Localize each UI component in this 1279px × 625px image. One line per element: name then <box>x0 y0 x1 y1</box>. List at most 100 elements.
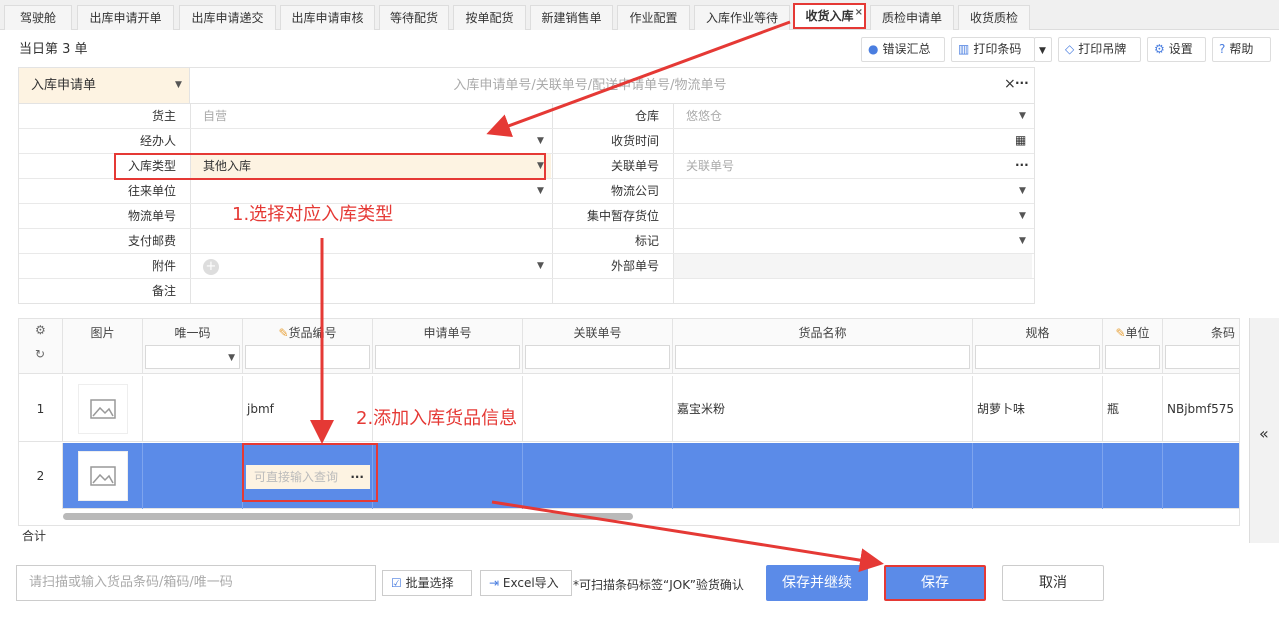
settings-label: 设置 <box>1168 42 1193 56</box>
excel-import-label: Excel导入 <box>502 576 559 590</box>
gear-icon[interactable]: ⚙ <box>35 323 46 337</box>
right-panel-toggle[interactable]: « <box>1249 318 1279 543</box>
table-row[interactable]: 2 可直接输入查询 ··· <box>19 443 1239 509</box>
temp-location-select[interactable] <box>674 204 1032 228</box>
batch-select-button[interactable]: ☑ 批量选择 <box>382 570 472 596</box>
more-icon[interactable]: ··· <box>1015 76 1029 90</box>
form-row: 货主 自营 仓库 悠悠仓 ▼ <box>19 104 1034 129</box>
batch-select-label: 批量选择 <box>405 576 454 590</box>
print-tag-button[interactable]: ◇ 打印吊牌 <box>1058 37 1141 62</box>
total-label: 合计 <box>22 529 47 543</box>
handler-select[interactable] <box>191 129 551 153</box>
col-related-no: 关联单号 <box>523 319 673 374</box>
related-no-filter[interactable] <box>525 345 670 369</box>
spec-cell <box>973 443 1103 509</box>
table-row[interactable]: 1 jbmf 嘉宝米粉 胡萝卜味 瓶 NBjbmf575 <box>19 376 1239 442</box>
chevron-down-icon: ▼ <box>1019 111 1026 121</box>
chevron-down-icon: ▼ <box>537 136 544 146</box>
tab-inbound-wait[interactable]: 入库作业等待 <box>694 5 790 30</box>
col-goods-name: 货品名称 <box>673 319 973 374</box>
edit-icon: ✎ <box>1115 326 1126 340</box>
col-unique-code: 唯一码 ▼ <box>143 319 243 374</box>
warehouse-field[interactable]: 悠悠仓 <box>674 104 1032 128</box>
postage-input[interactable] <box>191 229 551 253</box>
tab-receive-qc[interactable]: 收货质检 <box>958 5 1030 30</box>
tab-outbound-review[interactable]: 出库申请审核 <box>280 5 375 30</box>
form-row: 经办人 ▼ 收货时间 ▦ <box>19 129 1034 154</box>
attachment-label: 附件 <box>151 259 176 273</box>
chevron-down-icon: ▼ <box>537 261 544 271</box>
doc-search-input[interactable]: 入库申请单号/关联单号/配送申请单号/物流单号 <box>190 68 990 103</box>
chevron-down-icon: ▼ <box>1019 211 1026 221</box>
spec-cell: 胡萝卜味 <box>973 376 1103 442</box>
goods-code-cell[interactable]: jbmf <box>243 376 373 442</box>
error-summary-label: 错误汇总 <box>882 42 931 56</box>
refresh-icon[interactable]: ↻ <box>35 347 45 361</box>
barcode-icon: ▥ <box>958 42 970 56</box>
tab-order-picking[interactable]: 按单配货 <box>453 5 526 30</box>
receive-time-label: 收货时间 <box>610 134 659 148</box>
scan-input[interactable]: 请扫描或输入货品条码/箱码/唯一码 <box>16 565 376 601</box>
col-unique-code-header: 唯一码 <box>174 326 211 340</box>
unique-code-filter[interactable]: ▼ <box>145 345 240 369</box>
unit-cell[interactable] <box>1103 443 1163 509</box>
spec-filter[interactable] <box>975 345 1100 369</box>
col-barcode-header: 条码 <box>1210 326 1235 340</box>
image-icon <box>78 451 128 501</box>
unit-cell[interactable]: 瓶 <box>1103 376 1163 442</box>
help-button[interactable]: ? 帮助 <box>1212 37 1271 62</box>
scan-note: *可扫描条码标签“JOK”验货确认 <box>573 578 744 592</box>
print-barcode-button[interactable]: ▥ 打印条码 <box>951 37 1035 62</box>
attachment-field[interactable]: + <box>191 254 551 278</box>
print-barcode-dropdown[interactable]: ▼ <box>1034 37 1052 62</box>
mark-select[interactable] <box>674 229 1032 253</box>
mark-label: 标记 <box>634 234 659 248</box>
save-continue-button[interactable]: 保存并继续 <box>766 565 868 601</box>
row-index: 2 <box>19 443 63 509</box>
tab-outbound-submit[interactable]: 出库申请递交 <box>179 5 276 30</box>
goods-code-filter[interactable] <box>245 345 370 369</box>
close-icon[interactable]: × <box>855 2 863 24</box>
goods-image <box>63 443 143 509</box>
form-row: 支付邮费 标记 ▼ <box>19 229 1034 254</box>
form-row: 物流单号 集中暂存货位 ▼ <box>19 204 1034 229</box>
barcode-filter[interactable] <box>1165 345 1239 369</box>
remark-label: 备注 <box>151 284 176 298</box>
calendar-icon[interactable]: ▦ <box>1015 133 1026 147</box>
receive-time-field[interactable] <box>674 129 1032 153</box>
unit-filter[interactable] <box>1105 345 1160 369</box>
gear-icon: ⚙ <box>1154 42 1165 56</box>
tab-wait-picking[interactable]: 等待配货 <box>379 5 449 30</box>
unique-code-cell[interactable] <box>143 376 243 442</box>
apply-no-filter[interactable] <box>375 345 520 369</box>
tab-qc-request[interactable]: 质检申请单 <box>870 5 954 30</box>
form-row: 往来单位 ▼ 物流公司 ▼ <box>19 179 1034 204</box>
settings-button[interactable]: ⚙ 设置 <box>1147 37 1206 62</box>
tab-receive-inbound[interactable]: 收货入库 × <box>793 3 866 29</box>
unique-code-cell[interactable] <box>143 443 243 509</box>
tab-job-config[interactable]: 作业配置 <box>617 5 690 30</box>
doc-type-select[interactable]: 入库申请单 ▼ <box>19 68 190 103</box>
related-no-input[interactable]: 关联单号 <box>674 154 1004 178</box>
tab-new-sales[interactable]: 新建销售单 <box>530 5 613 30</box>
owner-field[interactable]: 自营 <box>191 104 551 128</box>
remark-input[interactable] <box>191 279 1031 303</box>
error-summary-button[interactable]: ● 错误汇总 <box>861 37 945 62</box>
add-attachment-icon[interactable]: + <box>203 259 219 275</box>
save-button[interactable]: 保存 <box>884 565 986 601</box>
annotation-step2: 2.添加入库货品信息 <box>356 408 518 429</box>
tab-outbound-create[interactable]: 出库申请开单 <box>77 5 174 30</box>
cancel-button[interactable]: 取消 <box>1002 565 1104 601</box>
collapse-icon[interactable]: « <box>1259 424 1269 443</box>
more-icon[interactable]: ··· <box>1015 158 1029 172</box>
goods-name-cell: 嘉宝米粉 <box>673 376 973 442</box>
logistics-company-select[interactable] <box>674 179 1032 203</box>
excel-import-button[interactable]: ⇥ Excel导入 <box>480 570 572 596</box>
clear-icon[interactable]: × <box>1004 76 1016 92</box>
chevron-down-icon: ▼ <box>1019 186 1026 196</box>
goods-name-filter[interactable] <box>675 345 970 369</box>
help-label: 帮助 <box>1229 42 1254 56</box>
inbound-form: 入库申请单 ▼ 入库申请单号/关联单号/配送申请单号/物流单号 × ··· 货主… <box>18 67 1035 304</box>
horizontal-scrollbar[interactable] <box>63 513 633 520</box>
tab-cockpit[interactable]: 驾驶舱 <box>4 5 72 30</box>
